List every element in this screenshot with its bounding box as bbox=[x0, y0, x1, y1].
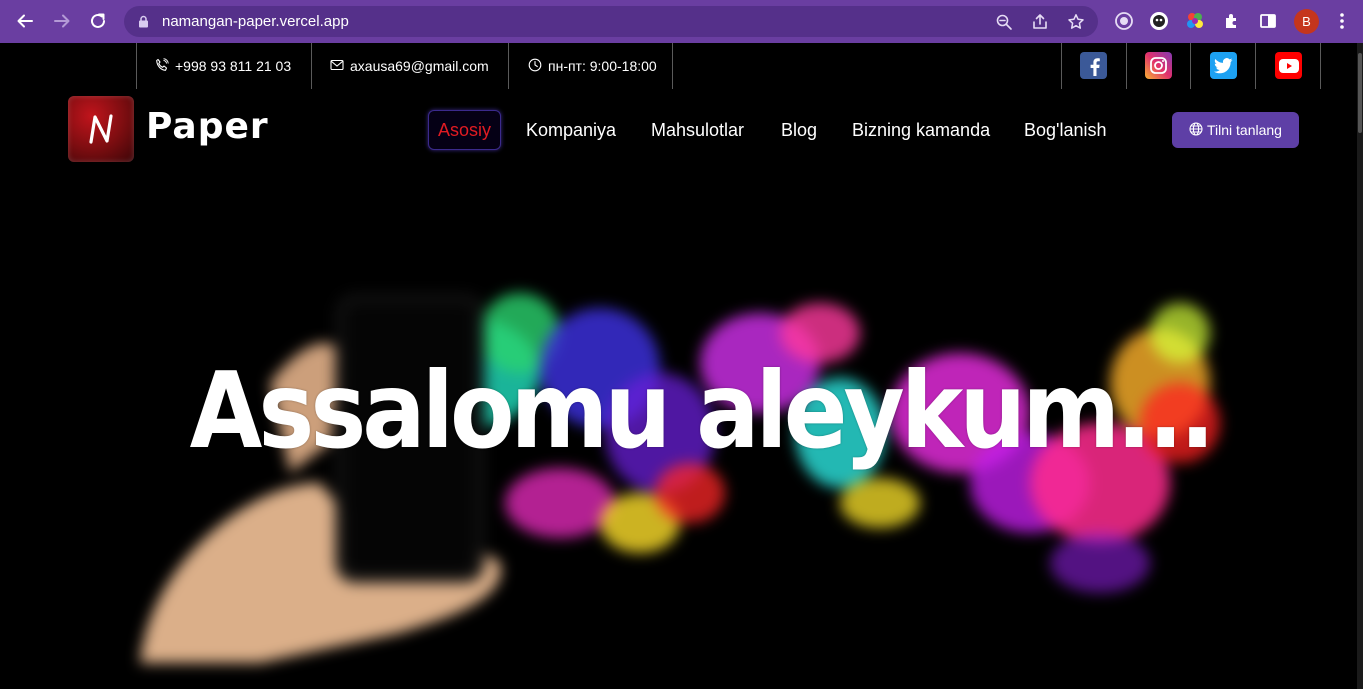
back-icon[interactable] bbox=[12, 8, 38, 34]
phone-number[interactable]: +998 93 811 21 03 bbox=[175, 58, 291, 74]
contact-email[interactable]: axausa69@gmail.com bbox=[312, 43, 489, 89]
web-page: Assalomu aleykum... +998 93 811 21 03 ax… bbox=[0, 43, 1363, 689]
forward-icon[interactable] bbox=[49, 8, 75, 34]
divider bbox=[1320, 43, 1321, 89]
hero-section: Assalomu aleykum... bbox=[0, 183, 1363, 689]
language-button-label: Tilni tanlang bbox=[1207, 122, 1282, 138]
divider bbox=[1126, 43, 1127, 89]
lock-icon bbox=[138, 15, 149, 33]
extension-circle-icon[interactable] bbox=[1113, 10, 1135, 32]
working-hours: пн-пт: 9:00-18:00 bbox=[548, 58, 657, 74]
divider bbox=[1190, 43, 1191, 89]
nav-boglanish[interactable]: Bog'lanish bbox=[1024, 110, 1107, 150]
language-button[interactable]: Tilni tanlang bbox=[1172, 112, 1299, 148]
youtube-icon[interactable] bbox=[1275, 52, 1302, 79]
browser-toolbar: namangan-paper.vercel.app B bbox=[0, 0, 1363, 43]
reload-icon[interactable] bbox=[85, 8, 111, 34]
email-address[interactable]: axausa69@gmail.com bbox=[350, 58, 489, 74]
share-icon[interactable] bbox=[1030, 12, 1050, 32]
divider bbox=[1255, 43, 1256, 89]
divider bbox=[508, 43, 509, 89]
nav-bizning-kamanda[interactable]: Bizning kamanda bbox=[852, 110, 990, 150]
divider bbox=[672, 43, 673, 89]
phone-icon bbox=[155, 57, 169, 75]
zoom-icon[interactable] bbox=[994, 12, 1014, 32]
divider bbox=[1061, 43, 1062, 89]
globe-icon bbox=[1189, 121, 1203, 139]
star-icon[interactable] bbox=[1066, 12, 1086, 32]
logo-text[interactable]: Paper bbox=[146, 106, 269, 147]
page-scrollbar[interactable] bbox=[1357, 43, 1363, 689]
contact-hours: пн-пт: 9:00-18:00 bbox=[510, 43, 657, 89]
puzzle-icon[interactable] bbox=[1221, 10, 1243, 32]
facebook-icon[interactable] bbox=[1080, 52, 1107, 79]
extension-face-icon[interactable] bbox=[1148, 10, 1170, 32]
clock-icon bbox=[528, 58, 542, 75]
mail-icon bbox=[330, 58, 344, 74]
sidebar-icon[interactable] bbox=[1257, 10, 1279, 32]
logo-mark[interactable] bbox=[68, 96, 134, 162]
profile-avatar[interactable]: B bbox=[1294, 9, 1319, 34]
twitter-icon[interactable] bbox=[1210, 52, 1237, 79]
address-bar[interactable]: namangan-paper.vercel.app bbox=[124, 6, 1098, 37]
contact-bar: +998 93 811 21 03 axausa69@gmail.com пн-… bbox=[0, 43, 1363, 89]
nav-mahsulotlar[interactable]: Mahsulotlar bbox=[651, 110, 744, 150]
url-text[interactable]: namangan-paper.vercel.app bbox=[162, 13, 349, 30]
extension-color-icon[interactable] bbox=[1184, 10, 1206, 32]
instagram-icon[interactable] bbox=[1145, 52, 1172, 79]
contact-phone[interactable]: +998 93 811 21 03 bbox=[137, 43, 291, 89]
scrollbar-thumb[interactable] bbox=[1358, 53, 1362, 133]
nav-blog[interactable]: Blog bbox=[781, 110, 817, 150]
menu-dots-icon[interactable] bbox=[1331, 10, 1353, 32]
nav-kompaniya[interactable]: Kompaniya bbox=[526, 110, 616, 150]
hero-title: Assalomu aleykum... bbox=[189, 350, 1216, 473]
nav-asosiy[interactable]: Asosiy bbox=[428, 110, 502, 150]
